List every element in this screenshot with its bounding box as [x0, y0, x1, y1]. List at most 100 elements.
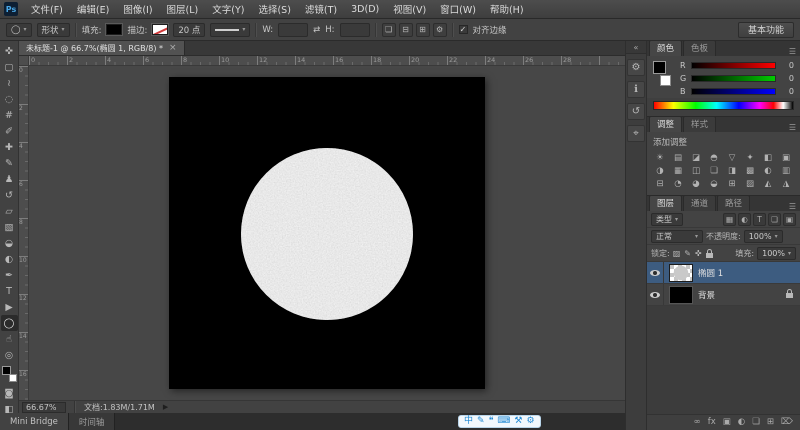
menu-type[interactable]: 文字(Y)	[205, 0, 251, 18]
horizontal-ruler[interactable]: 0 2 4 6 8 10 12 14 16 18 20 22 24 26 28	[29, 56, 625, 66]
shape-tool[interactable]: ◯	[0, 315, 18, 331]
adjustment-icon[interactable]: ▤	[669, 151, 687, 164]
hand-tool[interactable]: ☝	[1, 331, 18, 347]
tab-color[interactable]: 颜色	[649, 40, 683, 56]
lasso-tool[interactable]: ≀	[1, 75, 18, 91]
adjustment-icon[interactable]: ▦	[669, 164, 687, 177]
menu-3d[interactable]: 3D(D)	[344, 0, 386, 18]
zoom-tool[interactable]: ◎	[1, 347, 18, 363]
shape-height-input[interactable]	[339, 22, 370, 37]
close-icon[interactable]: ×	[169, 43, 177, 53]
info-icon[interactable]: ℹ	[627, 81, 645, 98]
lock-all-icon[interactable]	[705, 248, 713, 258]
stroke-width-field[interactable]: 20 点	[173, 22, 206, 37]
delete-layer-icon[interactable]: ⌦	[781, 418, 793, 427]
green-slider[interactable]: G 0	[680, 74, 794, 83]
status-menu-icon[interactable]: ▶	[163, 403, 168, 411]
channel-value[interactable]: 0	[780, 74, 794, 83]
adjustment-icon[interactable]: ⊟	[651, 177, 669, 190]
history-icon[interactable]: ↺	[627, 103, 645, 120]
menu-select[interactable]: 选择(S)	[251, 0, 297, 18]
brush-tool[interactable]: ✎	[1, 155, 18, 171]
green-slider-track[interactable]	[691, 75, 776, 82]
visibility-cell[interactable]	[647, 262, 664, 283]
menu-view[interactable]: 视图(V)	[386, 0, 433, 18]
link-dimensions-icon[interactable]: ⇄	[313, 25, 320, 35]
foreground-background-swatches[interactable]	[653, 61, 673, 88]
blur-tool[interactable]: ◒	[1, 235, 18, 251]
filter-pixel-layers-icon[interactable]: ▦	[723, 212, 736, 226]
geometry-options-icon[interactable]: ⚙	[432, 22, 447, 37]
move-tool[interactable]: ✜	[1, 43, 18, 59]
foreground-background-colors[interactable]	[1, 366, 17, 382]
document-tab[interactable]: 未标题-1 @ 66.7%(椭圆 1, RGB/8) * ×	[19, 41, 185, 55]
menu-edit[interactable]: 编辑(E)	[70, 0, 116, 18]
opacity-dropdown[interactable]: 100% ▾	[743, 229, 783, 243]
history-brush-tool[interactable]: ↺	[1, 187, 18, 203]
blend-mode-dropdown[interactable]: 正常 ▾	[651, 229, 703, 243]
eyedropper-tool[interactable]: ✐	[1, 123, 18, 139]
stroke-color-swatch[interactable]	[151, 23, 170, 36]
align-edges-checkbox[interactable]: ✓	[458, 25, 468, 34]
path-arrangement-icon[interactable]: ⊞	[415, 22, 430, 37]
adjustment-icon[interactable]: ◧	[759, 151, 777, 164]
adjustment-icon[interactable]: ◕	[687, 177, 705, 190]
panel-menu-icon[interactable]: ☰	[785, 47, 800, 56]
adjustment-icon[interactable]: ◓	[705, 151, 723, 164]
menu-window[interactable]: 窗口(W)	[433, 0, 483, 18]
menu-image[interactable]: 图像(I)	[116, 0, 159, 18]
tab-adjustments[interactable]: 调整	[649, 116, 683, 132]
navigator-icon[interactable]: ⌖	[627, 125, 645, 142]
layer-name[interactable]: 背景	[698, 289, 715, 301]
layer-thumbnail[interactable]	[669, 263, 693, 282]
adjustment-icon[interactable]: ✦	[741, 151, 759, 164]
marquee-tool[interactable]: ▢	[1, 59, 18, 75]
adjustment-icon[interactable]: ◪	[687, 151, 705, 164]
background-color-swatch[interactable]	[8, 374, 17, 382]
adjustment-icon[interactable]: ◑	[651, 164, 669, 177]
channel-value[interactable]: 0	[780, 61, 794, 70]
ime-punctuation-icon[interactable]: ❝	[489, 417, 494, 426]
layer-mask-icon[interactable]: ▣	[723, 418, 731, 427]
healing-brush-tool[interactable]: ✚	[1, 139, 18, 155]
blue-slider-track[interactable]	[691, 88, 776, 95]
tab-channels[interactable]: 通道	[683, 195, 717, 211]
panel-menu-icon[interactable]: ☰	[785, 202, 800, 211]
background-color-swatch[interactable]	[660, 75, 671, 86]
adjustment-icon[interactable]: ◭	[759, 177, 777, 190]
ime-tools-icon[interactable]: ⚒	[514, 417, 522, 426]
adjustment-icon[interactable]: ▣	[777, 151, 795, 164]
layer-group-icon[interactable]: ❏	[752, 418, 760, 427]
tab-swatches[interactable]: 色板	[683, 40, 717, 56]
filter-smart-objects-icon[interactable]: ▣	[783, 212, 796, 226]
tab-mini-bridge[interactable]: Mini Bridge	[0, 413, 69, 430]
ime-handwriting-icon[interactable]: ✎	[477, 417, 485, 426]
shape-width-input[interactable]	[278, 22, 309, 37]
quick-mask-icon[interactable]: ◙	[1, 385, 18, 401]
new-layer-icon[interactable]: ⊞	[767, 418, 774, 427]
clone-stamp-tool[interactable]: ♟	[1, 171, 18, 187]
adjustment-icon[interactable]: ◒	[705, 177, 723, 190]
zoom-level-field[interactable]: 66.67%	[22, 401, 66, 413]
menu-filter[interactable]: 滤镜(T)	[298, 0, 344, 18]
ruler-origin[interactable]	[19, 56, 29, 66]
menu-layer[interactable]: 图层(L)	[160, 0, 206, 18]
path-operations-icon[interactable]: ❏	[381, 22, 396, 37]
adjustment-icon[interactable]: ▩	[741, 164, 759, 177]
red-slider-track[interactable]	[691, 62, 776, 69]
adjustment-layer-icon[interactable]: ◐	[738, 418, 745, 427]
link-layers-icon[interactable]: ∞	[694, 418, 701, 427]
color-spectrum-ramp[interactable]	[653, 101, 794, 110]
layer-row-ellipse-1[interactable]: 椭圆 1	[647, 262, 800, 284]
ellipse-shape[interactable]	[169, 77, 485, 389]
properties-icon[interactable]: ⚙	[627, 59, 645, 76]
adjustment-icon[interactable]: ◨	[723, 164, 741, 177]
layer-name[interactable]: 椭圆 1	[698, 267, 723, 279]
layer-thumbnail[interactable]	[669, 285, 693, 304]
dodge-tool[interactable]: ◐	[1, 251, 18, 267]
menu-file[interactable]: 文件(F)	[24, 0, 70, 18]
tab-layers[interactable]: 图层	[649, 195, 683, 211]
adjustment-icon[interactable]: ◔	[669, 177, 687, 190]
tool-preset-picker[interactable]: ◯ ▾	[6, 22, 32, 37]
filter-type-layers-icon[interactable]: T	[753, 212, 766, 226]
